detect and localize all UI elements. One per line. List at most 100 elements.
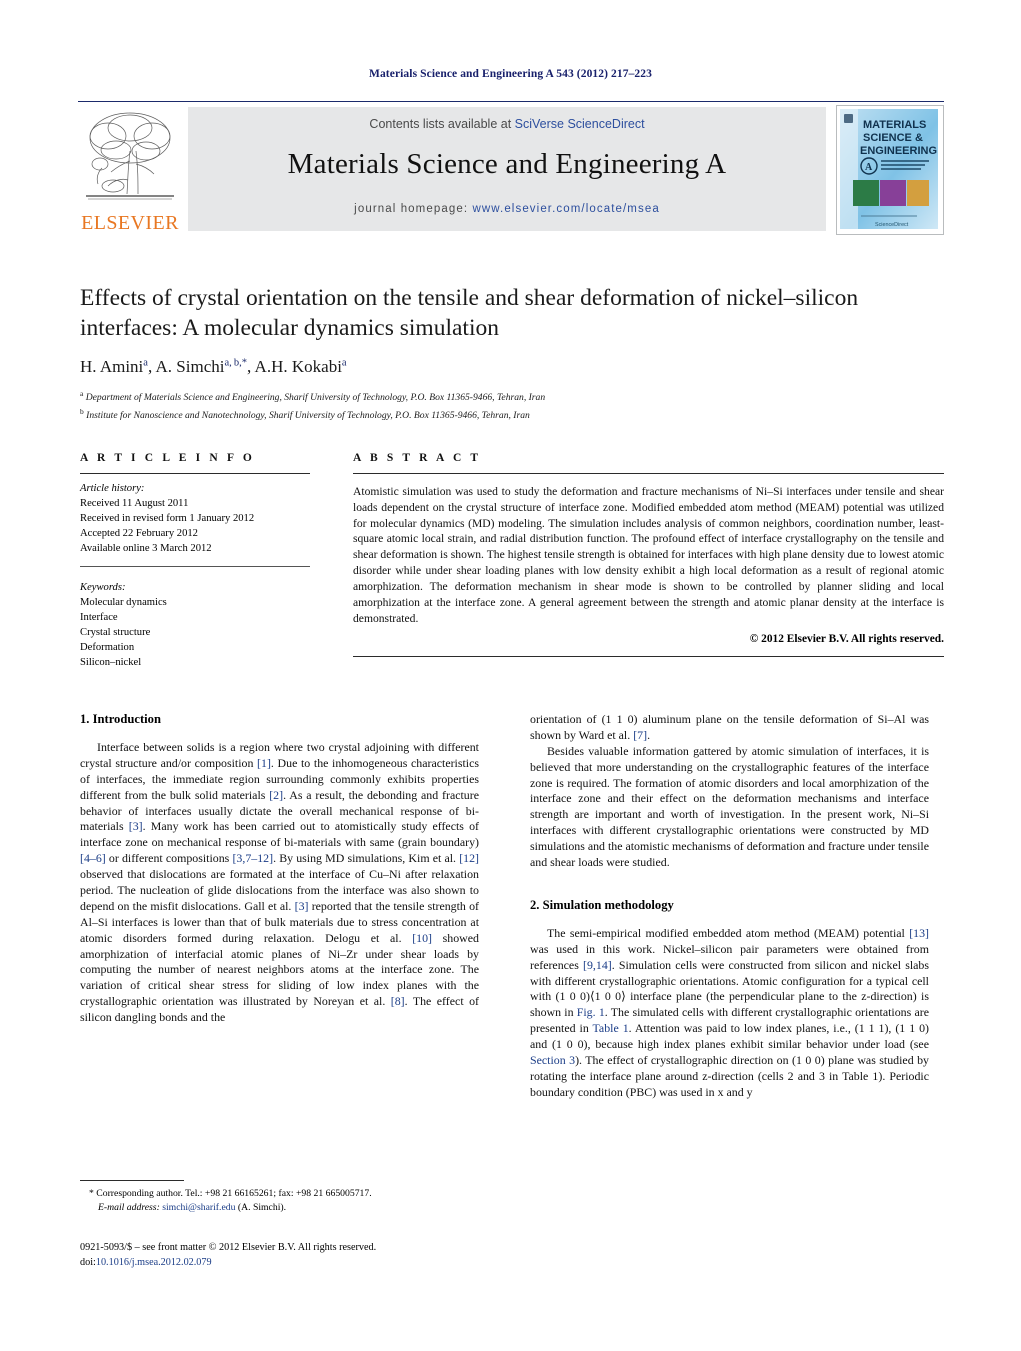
right-paragraph-continuation: orientation of (1 1 0) aluminum plane on… [530, 712, 929, 744]
citation-ref[interactable]: [3] [129, 819, 143, 833]
svg-text:SCIENCE &: SCIENCE & [863, 132, 923, 144]
footnote-rule [80, 1180, 184, 1181]
journal-cover-thumbnail: MATERIALS SCIENCE & ENGINEERING A Scienc… [836, 105, 944, 235]
journal-title: Materials Science and Engineering A [287, 148, 727, 180]
article-info-rule [80, 473, 310, 474]
corresponding-marker[interactable]: * [242, 358, 247, 369]
title-block: Effects of crystal orientation on the te… [80, 283, 880, 423]
imprint-block: 0921-5093/$ – see front matter © 2012 El… [80, 1240, 500, 1271]
text-run: or different compositions [105, 851, 233, 866]
doi-link[interactable]: 10.1016/j.msea.2012.02.079 [96, 1257, 212, 1268]
citation-ref[interactable]: [1] [257, 756, 271, 770]
history-item: Accepted 22 February 2012 [80, 528, 198, 540]
text-run: . [647, 727, 651, 742]
footnote-corresponding-line: * Corresponding author. Tel.: +98 21 661… [80, 1187, 479, 1201]
doi-label: doi: [80, 1257, 96, 1269]
section-heading-introduction: 1. Introduction [80, 712, 161, 726]
svg-text:ScienceDirect: ScienceDirect [875, 222, 909, 228]
text-run: (A. Simchi). [235, 1202, 287, 1214]
svg-text:A: A [865, 162, 873, 173]
article-info-column: A R T I C L E I N F O Article history: R… [80, 452, 310, 670]
cover-art: MATERIALS SCIENCE & ENGINEERING A Scienc… [837, 106, 941, 232]
affil-a-marker: a [80, 389, 84, 399]
section-heading-simulation-methodology: 2. Simulation methodology [530, 897, 674, 912]
history-item: Received 11 August 2011 [80, 498, 189, 510]
doi-line: doi:10.1016/j.msea.2012.02.079 [80, 1255, 500, 1270]
text-run: ). The effect of crystallographic direct… [530, 1053, 929, 1099]
keyword-item: Interface [80, 612, 118, 624]
figure-ref[interactable]: Fig. 1 [577, 1005, 605, 1019]
corresponding-author-footnote: * Corresponding author. Tel.: +98 21 661… [80, 1180, 479, 1215]
abstract-heading: A B S T R A C T [353, 452, 482, 464]
citation-ref[interactable]: [13] [909, 926, 929, 940]
section-ref[interactable]: Section 3 [530, 1053, 575, 1067]
author-list: H. Aminia, A. Simchia, b,*, A.H. Kokabia [80, 357, 347, 377]
article-history-label: Article history: [80, 483, 145, 494]
abstract-rule [353, 473, 944, 474]
affil-marker: a [341, 357, 347, 369]
footnote-email-line: E-mail address: simchi@sharif.edu (A. Si… [80, 1201, 479, 1215]
citation-ref[interactable]: [7] [633, 728, 647, 742]
text-run: Corresponding author. Tel.: +98 21 66165… [93, 1188, 372, 1199]
affiliations: a Department of Materials Science and En… [80, 388, 880, 423]
history-item: Received in revised form 1 January 2012 [80, 513, 255, 525]
email-label: E-mail address: [98, 1202, 160, 1214]
elsevier-tree-icon [86, 112, 174, 200]
keywords-block: Keywords: Molecular dynamics Interface C… [80, 580, 310, 670]
history-item: Available online 3 March 2012 [80, 543, 212, 555]
issn-line: 0921-5093/$ – see front matter © 2012 El… [80, 1242, 377, 1253]
elsevier-wordmark: ELSEVIER [81, 212, 179, 234]
keyword-item: Silicon–nickel [80, 657, 142, 669]
right-paragraph-besides: Besides valuable information gattered by… [530, 743, 929, 870]
citation-ref[interactable]: [8] [391, 994, 405, 1008]
affiliation-b-text: Institute for Nanoscience and Nanotechno… [86, 409, 530, 421]
abstract-text: Atomistic simulation was used to study t… [353, 485, 944, 625]
running-head: Materials Science and Engineering A 543 … [369, 68, 652, 80]
email-link[interactable]: simchi@sharif.edu [162, 1202, 235, 1213]
body-columns: 1. Introduction Interface between solids… [80, 712, 944, 1232]
abstract-column: A B S T R A C T Atomistic simulation was… [353, 452, 944, 658]
homepage-prefix: journal homepage: [354, 203, 473, 215]
keywords-label: Keywords: [80, 582, 126, 594]
citation-ref[interactable]: [4–6] [80, 851, 106, 865]
body-column-left: 1. Introduction Interface between solids… [80, 712, 479, 1026]
abstract-copyright: © 2012 Elsevier B.V. All rights reserved… [749, 633, 944, 646]
keyword-item: Crystal structure [80, 627, 151, 639]
body-column-right: orientation of (1 1 0) aluminum plane on… [530, 712, 929, 1101]
homepage-url-link[interactable]: www.elsevier.com/locate/msea [472, 203, 659, 215]
affiliation-a-text: Department of Materials Science and Engi… [85, 392, 546, 404]
keywords-rule [80, 566, 310, 568]
svg-text:ENGINEERING: ENGINEERING [860, 145, 937, 157]
affil-marker: a, b, [224, 357, 242, 369]
contents-prefix: Contents lists available at [369, 117, 515, 131]
elsevier-logo: ELSEVIER [78, 106, 182, 234]
contents-line: Contents lists available at SciVerse Sci… [188, 107, 826, 131]
keyword-item: Molecular dynamics [80, 597, 167, 609]
intro-paragraph: Interface between solids is a region whe… [80, 740, 479, 1026]
masthead-band: Contents lists available at SciVerse Sci… [188, 107, 826, 231]
citation-ref[interactable]: [12] [459, 851, 479, 865]
citation-ref[interactable]: [9,14] [583, 958, 612, 972]
svg-text:MATERIALS: MATERIALS [863, 119, 926, 131]
sciencedirect-link[interactable]: SciVerse ScienceDirect [515, 117, 645, 131]
citation-ref[interactable]: [2] [269, 788, 283, 802]
keyword-item: Deformation [80, 642, 135, 654]
paper-page: Materials Science and Engineering A 543 … [0, 0, 1021, 1351]
affil-b-marker: b [80, 406, 84, 416]
article-title: Effects of crystal orientation on the te… [80, 285, 859, 342]
affiliation-a: a Department of Materials Science and En… [80, 388, 880, 406]
table-ref[interactable]: Table 1 [593, 1021, 629, 1035]
citation-ref[interactable]: [10] [412, 931, 432, 945]
article-info-heading: A R T I C L E I N F O [80, 452, 255, 464]
abstract-bottom-rule [353, 656, 944, 658]
affiliation-b: b Institute for Nanoscience and Nanotech… [80, 406, 880, 424]
text-run: orientation of (1 1 0) aluminum plane on… [530, 712, 929, 742]
text-run: . By using MD simulations, Kim et al. [273, 851, 460, 866]
affil-marker: a [143, 357, 148, 369]
homepage-line: journal homepage: www.elsevier.com/locat… [188, 203, 826, 215]
citation-ref[interactable]: [3] [295, 899, 309, 913]
text-run: The semi-empirical modified embedded ato… [547, 925, 910, 940]
methodology-paragraph: The semi-empirical modified embedded ato… [530, 926, 929, 1101]
journal-masthead: ELSEVIER Contents lists available at Sci… [78, 101, 944, 236]
citation-ref[interactable]: [3,7–12] [232, 851, 273, 865]
